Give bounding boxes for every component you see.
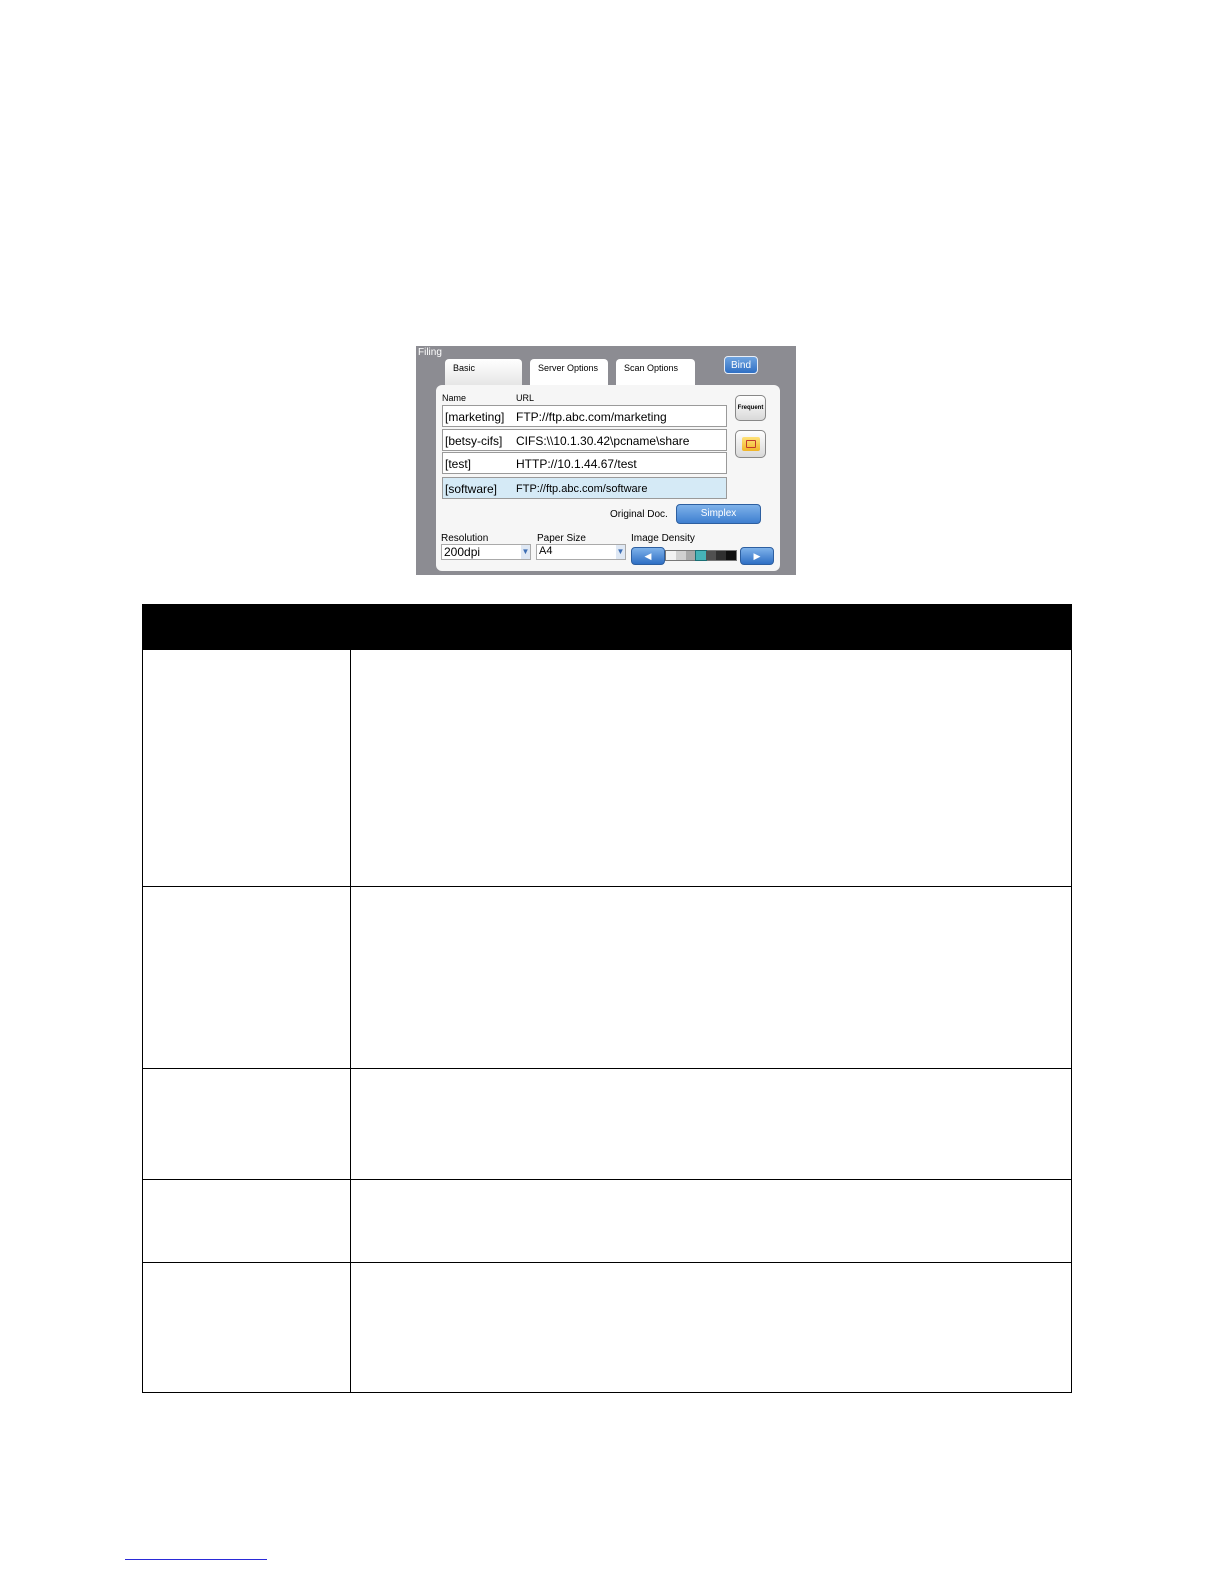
image-density-label: Image Density <box>631 533 695 544</box>
density-level <box>686 551 696 560</box>
destination-url: FTP://ftp.abc.com/software <box>516 483 648 495</box>
url-column-header: URL <box>516 393 535 403</box>
resolution-label: Resolution <box>441 533 489 544</box>
table-cell <box>350 886 1072 1069</box>
paper-size-select[interactable]: A4 ▼ <box>536 544 626 560</box>
original-doc-label: Original Doc. <box>610 509 668 520</box>
arrow-right-icon: ▶ <box>753 551 761 561</box>
tab-server-options[interactable]: Server Options <box>530 359 608 385</box>
table-row <box>142 1262 1072 1393</box>
destination-name: [marketing] <box>445 410 505 424</box>
density-level <box>706 551 716 560</box>
tab-scan-options[interactable]: Scan Options <box>616 359 695 385</box>
table-header-row <box>142 604 1072 650</box>
destination-row[interactable]: [test] HTTP://10.1.44.67/test <box>442 452 727 474</box>
density-level <box>676 551 686 560</box>
density-decrease-button[interactable]: ◀ <box>631 547 665 565</box>
table-cell <box>350 1262 1072 1393</box>
table-cell <box>350 1179 1072 1263</box>
filing-panel-screenshot: Filing Basic Server Options Scan Options… <box>416 346 796 575</box>
resolution-select[interactable]: 200dpi ▼ <box>441 544 531 560</box>
destination-name: [betsy-cifs] <box>445 434 503 448</box>
table-header-cell <box>350 604 1072 650</box>
paper-size-value: A4 <box>539 545 553 557</box>
chevron-down-icon: ▼ <box>616 545 625 559</box>
table-row <box>142 1179 1072 1263</box>
density-level <box>726 551 736 560</box>
table-row <box>142 649 1072 887</box>
table-cell <box>350 649 1072 887</box>
destination-url: CIFS:\\10.1.30.42\pcname\share <box>516 434 690 448</box>
name-column-header: Name <box>442 393 467 403</box>
paper-size-label: Paper Size <box>537 533 586 544</box>
bind-button[interactable]: Bind <box>724 356 758 374</box>
folder-icon <box>742 437 760 451</box>
panel-title: Filing <box>418 347 442 358</box>
resolution-value: 200dpi <box>444 545 481 559</box>
simplex-button[interactable]: Simplex <box>676 504 761 524</box>
frequent-button[interactable]: Frequent <box>735 395 766 421</box>
destination-url: HTTP://10.1.44.67/test <box>516 457 637 471</box>
arrow-left-icon: ◀ <box>644 551 652 561</box>
table-cell <box>142 886 351 1069</box>
destination-name: [software] <box>445 482 498 496</box>
destination-row-selected[interactable]: [software] FTP://ftp.abc.com/software <box>442 477 727 499</box>
destination-url: FTP://ftp.abc.com/marketing <box>516 410 667 424</box>
density-increase-button[interactable]: ▶ <box>740 547 774 565</box>
density-level-selected <box>695 550 707 561</box>
table-cell <box>142 1068 351 1180</box>
table-cell <box>142 1179 351 1263</box>
tab-basic[interactable]: Basic <box>445 359 522 385</box>
table-row <box>142 886 1072 1069</box>
table-cell <box>142 649 351 887</box>
basic-tab-content: Name URL [marketing] FTP://ftp.abc.com/m… <box>436 385 780 571</box>
description-table <box>142 604 1072 1393</box>
density-level <box>666 551 676 560</box>
table-row <box>142 1068 1072 1180</box>
table-header-cell <box>142 604 351 650</box>
footnote-separator <box>125 1559 267 1560</box>
image-density-scale <box>665 550 737 561</box>
density-level <box>716 551 726 560</box>
chevron-down-icon: ▼ <box>521 545 530 559</box>
destination-row[interactable]: [betsy-cifs] CIFS:\\10.1.30.42\pcname\sh… <box>442 429 727 451</box>
address-book-button[interactable] <box>735 430 766 458</box>
table-cell <box>350 1068 1072 1180</box>
destination-row[interactable]: [marketing] FTP://ftp.abc.com/marketing <box>442 405 727 427</box>
table-cell <box>142 1262 351 1393</box>
destination-name: [test] <box>445 457 472 471</box>
